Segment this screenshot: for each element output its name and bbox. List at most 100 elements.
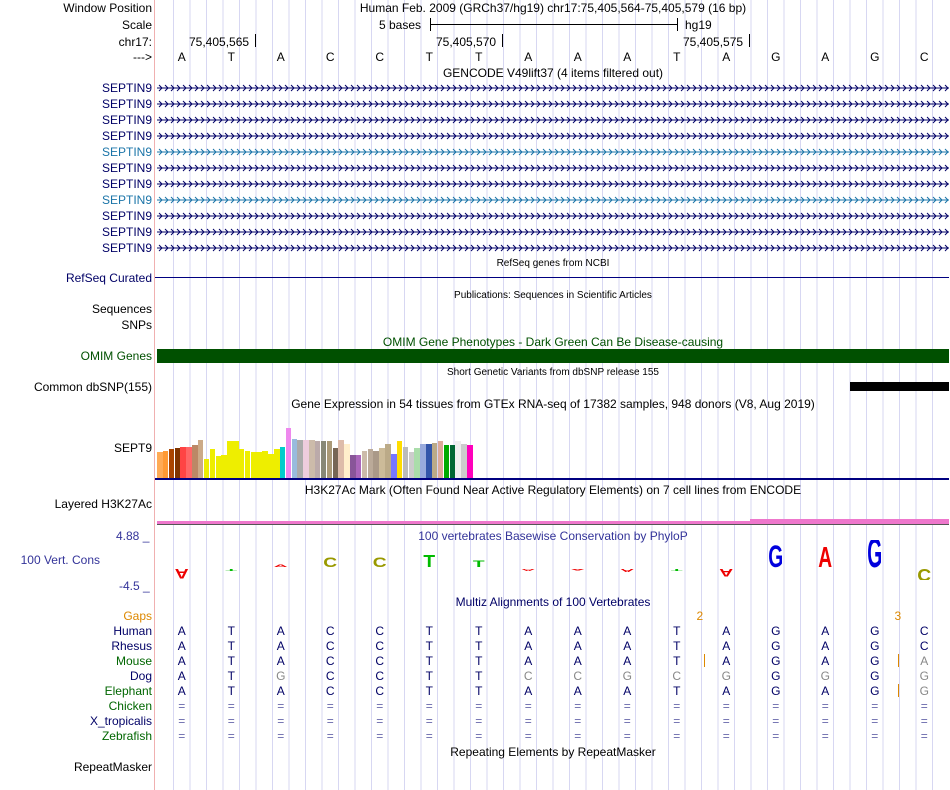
genome-browser-image[interactable]: Window Position Human Feb. 2009 (GRCh37/…	[0, 0, 950, 790]
gtex-tissue-bar[interactable]	[250, 452, 257, 478]
gtex-tissue-bar[interactable]	[443, 445, 450, 478]
repeatmasker-track-label[interactable]: RepeatMasker	[0, 760, 152, 774]
gtex-tissue-bar[interactable]	[309, 440, 315, 478]
gtex-tissue-bar[interactable]	[344, 444, 350, 478]
gencode-row-label[interactable]: SEPTIN9	[0, 225, 152, 239]
gtex-tissue-bar[interactable]	[385, 444, 391, 478]
gencode-transcript-line[interactable]	[157, 83, 949, 93]
gtex-tissue-bar[interactable]	[209, 449, 216, 478]
gtex-tissue-bar[interactable]	[297, 440, 303, 478]
gtex-tissue-bar[interactable]	[174, 448, 180, 478]
gencode-row-label[interactable]: SEPTIN9	[0, 113, 152, 127]
species-label[interactable]: Zebrafish	[0, 729, 152, 743]
gtex-tissue-bar[interactable]	[162, 451, 169, 478]
gtex-tissue-bar[interactable]	[186, 447, 192, 478]
gtex-tissue-bar[interactable]	[408, 452, 414, 478]
sequences-track-label[interactable]: Sequences	[0, 302, 152, 316]
refseq-track-label[interactable]: RefSeq Curated	[0, 271, 152, 285]
gtex-tissue-bar[interactable]	[274, 449, 280, 478]
gtex-tissue-bar[interactable]	[221, 455, 227, 478]
gencode-transcript-line[interactable]	[157, 163, 949, 173]
gtex-tissue-bar[interactable]	[426, 444, 432, 478]
multiz-gaps-label[interactable]: Gaps	[0, 609, 152, 623]
phylop-track-label[interactable]: 100 Vert. Cons	[0, 553, 100, 567]
gtex-tissue-bar[interactable]	[285, 428, 292, 478]
gencode-row-label[interactable]: SEPTIN9	[0, 177, 152, 191]
gtex-tissue-bar[interactable]	[367, 449, 374, 478]
gtex-tissue-bar[interactable]	[314, 441, 321, 478]
gtex-tissue-bar[interactable]	[168, 449, 175, 478]
h3k27ac-track-label[interactable]: Layered H3K27Ac	[0, 497, 152, 511]
gtex-tissue-bar[interactable]	[233, 441, 239, 478]
species-label[interactable]: X_tropicalis	[0, 714, 152, 728]
gtex-tissue-bar[interactable]	[262, 451, 268, 478]
gencode-transcript-line[interactable]	[157, 147, 949, 157]
gtex-tissue-bar[interactable]	[437, 441, 444, 478]
gtex-tissue-bar[interactable]	[391, 454, 397, 478]
gtex-tissue-bar[interactable]	[215, 456, 221, 478]
gtex-tissue-bar[interactable]	[320, 441, 327, 478]
gtex-tissue-bar[interactable]	[355, 455, 362, 478]
gencode-transcript-line[interactable]	[157, 179, 949, 189]
species-label[interactable]: Dog	[0, 669, 152, 683]
gtex-tissue-bar[interactable]	[461, 444, 467, 478]
gtex-tissue-bar[interactable]	[197, 440, 204, 478]
gtex-tissue-bar[interactable]	[303, 440, 309, 478]
gtex-tissue-bar[interactable]	[361, 451, 368, 478]
gtex-tissue-bar[interactable]	[244, 451, 251, 478]
gencode-transcript-line[interactable]	[157, 243, 949, 253]
gtex-tissue-bar[interactable]	[268, 454, 274, 478]
gencode-transcript-line[interactable]	[157, 211, 949, 221]
gtex-tissue-bar[interactable]	[449, 445, 455, 478]
gencode-row-label[interactable]: SEPTIN9	[0, 193, 152, 207]
gtex-tissue-bar[interactable]	[379, 448, 385, 478]
gtex-tissue-bar[interactable]	[396, 441, 403, 478]
gtex-tissue-bar[interactable]	[332, 448, 338, 478]
omim-track-label[interactable]: OMIM Genes	[0, 349, 152, 363]
gencode-row-label[interactable]: SEPTIN9	[0, 209, 152, 223]
phylop-conservation-plot[interactable]: A T A C C T T A A A T A G A G C	[157, 540, 949, 580]
gencode-row-label[interactable]: SEPTIN9	[0, 81, 152, 95]
species-label[interactable]: Chicken	[0, 699, 152, 713]
gtex-tissue-bar[interactable]	[203, 459, 210, 478]
scale-label[interactable]: Scale	[0, 18, 152, 32]
gtex-tissue-bar[interactable]	[157, 452, 163, 478]
gtex-tissue-bar[interactable]	[326, 441, 333, 478]
snps-track-label[interactable]: SNPs	[0, 318, 152, 332]
gtex-tissue-bar[interactable]	[338, 440, 344, 478]
gtex-tissue-bar[interactable]	[227, 441, 233, 478]
gtex-tissue-bar[interactable]	[402, 447, 409, 478]
species-label[interactable]: Mouse	[0, 654, 152, 668]
gencode-row-label[interactable]: SEPTIN9	[0, 161, 152, 175]
gtex-tissue-bar[interactable]	[279, 447, 286, 478]
gtex-tissue-bar[interactable]	[455, 441, 461, 478]
species-label[interactable]: Human	[0, 624, 152, 638]
gencode-row-label[interactable]: SEPTIN9	[0, 97, 152, 111]
gencode-transcript-line[interactable]	[157, 99, 949, 109]
gtex-tissue-bar[interactable]	[350, 455, 356, 478]
gencode-transcript-line[interactable]	[157, 227, 949, 237]
gtex-bar-chart[interactable]	[157, 410, 949, 478]
gtex-tissue-bar[interactable]	[467, 445, 473, 478]
gtex-tissue-bar[interactable]	[373, 451, 379, 478]
gtex-tissue-bar[interactable]	[420, 444, 426, 478]
gencode-row-label[interactable]: SEPTIN9	[0, 241, 152, 255]
gencode-transcript-line[interactable]	[157, 131, 949, 141]
gtex-tissue-bar[interactable]	[431, 443, 438, 478]
gencode-row-label[interactable]: SEPTIN9	[0, 129, 152, 143]
gtex-tissue-bar[interactable]	[414, 448, 420, 478]
chrom-label[interactable]: chr17:	[0, 35, 152, 49]
species-label[interactable]: Rhesus	[0, 639, 152, 653]
gencode-transcript-line[interactable]	[157, 195, 949, 205]
species-label[interactable]: Elephant	[0, 684, 152, 698]
window-position-label[interactable]: Window Position	[0, 1, 152, 15]
gtex-tissue-bar[interactable]	[238, 449, 245, 478]
gtex-track-label[interactable]: SEPT9	[0, 441, 152, 455]
omim-feature-bar[interactable]	[157, 349, 949, 363]
gencode-row-label[interactable]: SEPTIN9	[0, 145, 152, 159]
dbsnp-variant-bar[interactable]	[850, 382, 949, 391]
gencode-transcript-line[interactable]	[157, 115, 949, 125]
gtex-tissue-bar[interactable]	[192, 445, 198, 478]
strand-arrow-label[interactable]: --->	[0, 50, 152, 64]
dbsnp-track-label[interactable]: Common dbSNP(155)	[0, 380, 152, 394]
